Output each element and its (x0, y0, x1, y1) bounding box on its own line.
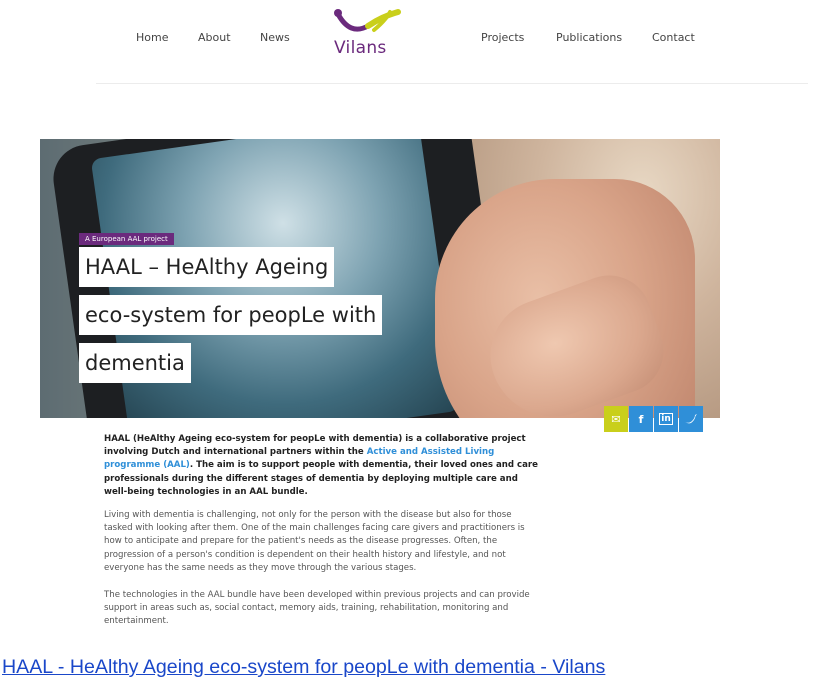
share-bar: ✉ f in (604, 406, 704, 432)
twitter-icon (685, 414, 697, 424)
logo-text[interactable]: Vilans (334, 38, 387, 58)
project-tag-badge: A European AAL project (79, 233, 174, 245)
page-title-link[interactable]: HAAL - HeAlthy Ageing eco-system for peo… (2, 656, 605, 679)
article-paragraph-1: Living with dementia is challenging, not… (104, 510, 525, 573)
hero-title-line-3: dementia (79, 343, 191, 383)
article-body: HAAL (HeAlthy Ageing eco-system for peop… (104, 433, 540, 629)
mail-icon: ✉ (611, 412, 621, 426)
caption-bar: HAAL - HeAlthy Ageing eco-system for peo… (0, 653, 834, 689)
share-facebook-button[interactable]: f (629, 406, 653, 432)
nav-divider (96, 83, 808, 84)
article-paragraph-2: The technologies in the AAL bundle have … (104, 590, 530, 627)
share-linkedin-button[interactable]: in (654, 406, 678, 432)
nav-about-link[interactable]: About (198, 31, 231, 44)
share-twitter-button[interactable] (679, 406, 703, 432)
hero-title-line-2: eco-system for peopLe with (79, 295, 383, 335)
share-mail-button[interactable]: ✉ (604, 406, 628, 432)
facebook-icon: f (638, 412, 644, 426)
nav-contact-link[interactable]: Contact (652, 31, 695, 44)
nav-publications-link[interactable]: Publications (556, 31, 622, 44)
nav-news-link[interactable]: News (260, 31, 290, 44)
nav-projects-link[interactable]: Projects (481, 31, 524, 44)
linkedin-icon: in (659, 413, 673, 425)
nav-home-link[interactable]: Home (136, 31, 168, 44)
hero-title-line-1: HAAL – HeAlthy Ageing (79, 247, 335, 287)
article-intro: HAAL (HeAlthy Ageing eco-system for peop… (104, 433, 540, 499)
top-navigation: Home About News Vilans Projects Publicat… (0, 0, 834, 84)
